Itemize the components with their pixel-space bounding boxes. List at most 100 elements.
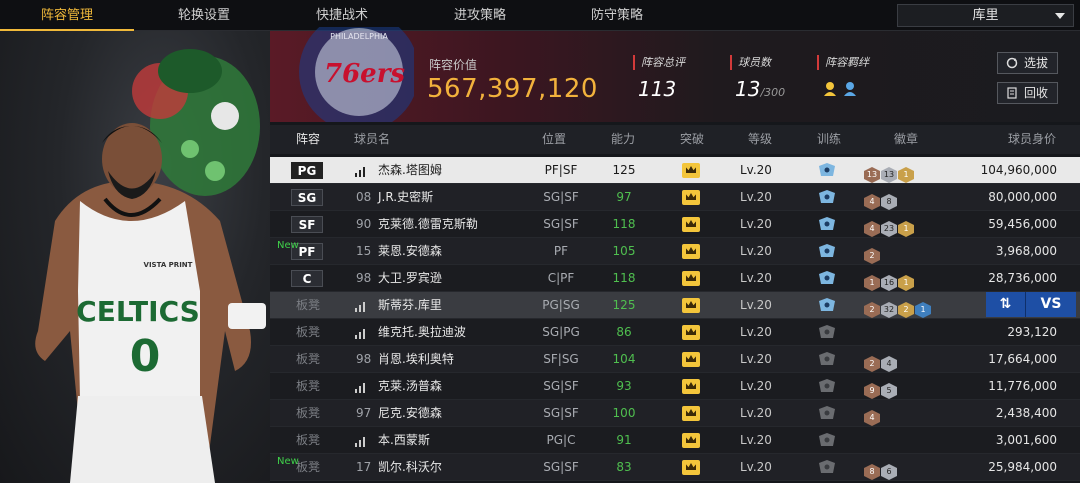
player-level: Lv.20 bbox=[740, 379, 772, 393]
training-icon[interactable] bbox=[818, 244, 836, 259]
player-ability: 118 bbox=[612, 271, 636, 285]
badge-icon: 4 bbox=[881, 356, 897, 372]
player-position: PF bbox=[553, 244, 569, 258]
player-name: 克莱.汤普森 bbox=[378, 379, 442, 393]
crown-icon bbox=[682, 433, 700, 448]
player-name: 杰森.塔图姆 bbox=[378, 163, 442, 177]
player-position: SG|SF bbox=[543, 190, 579, 204]
badge-icon: 4 bbox=[864, 221, 880, 237]
training-icon[interactable] bbox=[818, 406, 836, 421]
crown-icon bbox=[682, 352, 700, 367]
player-position: SG|PG bbox=[542, 325, 580, 339]
player-ability: 105 bbox=[612, 244, 636, 258]
training-icon[interactable] bbox=[818, 298, 836, 313]
training-icon[interactable] bbox=[818, 217, 836, 232]
training-icon[interactable] bbox=[818, 433, 836, 448]
badge-list[interactable]: 4 bbox=[864, 405, 881, 426]
document-icon bbox=[1007, 87, 1017, 99]
roster-row[interactable]: 板凳 维克托.奥拉迪波 SG|PG 86 Lv.20 293,120 bbox=[270, 319, 1080, 346]
select-button[interactable]: 选拔 bbox=[997, 52, 1058, 74]
badge-list[interactable]: 2 32 2 1 bbox=[864, 297, 932, 318]
badge-list[interactable]: 48 bbox=[864, 189, 898, 210]
badge-icon: 2 bbox=[898, 302, 914, 318]
crown-icon bbox=[682, 217, 700, 232]
badge-icon: 9 bbox=[864, 383, 880, 399]
jersey-number: 97 bbox=[356, 406, 372, 420]
roster-row[interactable]: 板凳 克莱.汤普森 SG|SF 93 Lv.20 9 5 11,776,000 bbox=[270, 373, 1080, 400]
crown-icon bbox=[682, 406, 700, 421]
jersey-number: 90 bbox=[356, 217, 372, 231]
roster-row[interactable]: 板凳 斯蒂芬.库里 PG|SG 125 Lv.20 2 32 2 1 ⇅ VS bbox=[270, 292, 1080, 319]
roster-row[interactable]: SF 90 克莱德.德雷克斯勒 SG|SF 118 Lv.20 4 23 1 59,456,00… bbox=[270, 211, 1080, 238]
jersey-number: 98 bbox=[356, 352, 372, 366]
training-icon[interactable] bbox=[818, 379, 836, 394]
badge-icon: 2 bbox=[864, 248, 880, 264]
roster-row[interactable]: 板凳 97 尼克.安德森 SG|SF 100 Lv.20 4 2,438,400 bbox=[270, 400, 1080, 427]
col-training: 训练 bbox=[817, 132, 842, 146]
roster-row[interactable]: PG 杰森.塔图姆 PF|SF 125 Lv.20 13 13 1 104,960,000 bbox=[270, 157, 1080, 184]
badge-list[interactable]: 2 bbox=[864, 243, 881, 264]
tab-rotation-settings[interactable]: 轮换设置 bbox=[137, 0, 271, 31]
team-select-dropdown[interactable]: 库里 bbox=[897, 4, 1074, 27]
badge-icon: 16 bbox=[881, 275, 897, 291]
training-icon[interactable] bbox=[818, 325, 836, 340]
training-icon[interactable] bbox=[818, 163, 836, 178]
badge-icon: 13 bbox=[864, 167, 880, 183]
badge-list[interactable]: 95 bbox=[864, 378, 898, 399]
tab-offense-strategy[interactable]: 进攻策略 bbox=[413, 0, 547, 31]
training-icon[interactable] bbox=[818, 271, 836, 286]
signal-bars-icon bbox=[355, 302, 365, 312]
team-logo-text: 76ers bbox=[324, 59, 405, 89]
player-count-value: 13 bbox=[735, 77, 761, 101]
slot-bench-label: 板凳 bbox=[296, 433, 321, 447]
badge-icon: 2 bbox=[864, 356, 880, 372]
player-salary: 17,664,000 bbox=[988, 352, 1057, 366]
swap-vs-button[interactable]: ⇅ VS bbox=[986, 292, 1076, 317]
roster-row[interactable]: PF New 15 莱恩.安德森 PF 105 Lv.20 2 3,968,000 bbox=[270, 238, 1080, 265]
training-icon[interactable] bbox=[818, 460, 836, 475]
col-breakthrough: 突破 bbox=[680, 132, 705, 146]
player-position: SF|SG bbox=[543, 352, 579, 366]
badge-icon: 1 bbox=[915, 302, 931, 318]
signal-bars-icon bbox=[355, 329, 365, 339]
badge-icon: 8 bbox=[864, 464, 880, 480]
jersey-number: 08 bbox=[356, 190, 372, 204]
tab-lineup-management[interactable]: 阵容管理 bbox=[0, 0, 134, 31]
roster-row[interactable]: 板凳 New 17 凯尔.科沃尔 SG|SF 83 Lv.20 8 6 25,984,000 bbox=[270, 454, 1080, 481]
player-level: Lv.20 bbox=[740, 217, 772, 231]
player-salary: 11,776,000 bbox=[988, 379, 1057, 393]
player-position: PF|SF bbox=[544, 163, 578, 177]
tab-defense-strategy[interactable]: 防守策略 bbox=[550, 0, 684, 31]
badge-list[interactable]: 86 bbox=[864, 459, 898, 480]
badge-list[interactable]: 24 bbox=[864, 351, 898, 372]
roster-row[interactable]: SG 08 J.R.史密斯 SG|SF 97 Lv.20 4 8 80,000,000 bbox=[270, 184, 1080, 211]
slot-bench-label: 板凳 bbox=[296, 352, 321, 366]
badge-icon: 8 bbox=[881, 194, 897, 210]
badge-icon: 4 bbox=[864, 194, 880, 210]
player-position: SG|SF bbox=[543, 460, 579, 474]
training-icon[interactable] bbox=[818, 352, 836, 367]
player-level: Lv.20 bbox=[740, 406, 772, 420]
player-level: Lv.20 bbox=[740, 460, 772, 474]
roster-row[interactable]: 板凳 98 肖恩.埃利奥特 SF|SG 104 Lv.20 2 4 17,664,000 bbox=[270, 346, 1080, 373]
player-salary: 28,736,000 bbox=[988, 271, 1057, 285]
lineup-bond-label: 阵容羁绊 bbox=[817, 55, 869, 70]
badge-icon: 2 bbox=[864, 302, 880, 318]
slot-position-badge: SF bbox=[291, 216, 323, 233]
player-name: 凯尔.科沃尔 bbox=[378, 460, 442, 474]
slot-position-badge: PG bbox=[291, 162, 323, 179]
player-level: Lv.20 bbox=[740, 298, 772, 312]
roster-row[interactable]: 板凳 本.西蒙斯 PG|C 91 Lv.20 3,001,600 bbox=[270, 427, 1080, 454]
player-level: Lv.20 bbox=[740, 244, 772, 258]
col-ability: 能力 bbox=[611, 132, 636, 146]
roster-row[interactable]: C 98 大卫.罗宾逊 C|PF 118 Lv.20 1 16 1 28,736,000 bbox=[270, 265, 1080, 292]
player-level: Lv.20 bbox=[740, 271, 772, 285]
player-salary: 3,968,000 bbox=[995, 244, 1057, 258]
signal-bars-icon bbox=[355, 437, 365, 447]
jersey-number: 17 bbox=[356, 460, 372, 474]
training-icon[interactable] bbox=[818, 190, 836, 205]
recycle-button[interactable]: 回收 bbox=[997, 82, 1058, 104]
bond-icons[interactable] bbox=[822, 80, 862, 98]
crown-icon bbox=[682, 379, 700, 394]
slot-bench-label: 板凳 bbox=[296, 325, 321, 339]
